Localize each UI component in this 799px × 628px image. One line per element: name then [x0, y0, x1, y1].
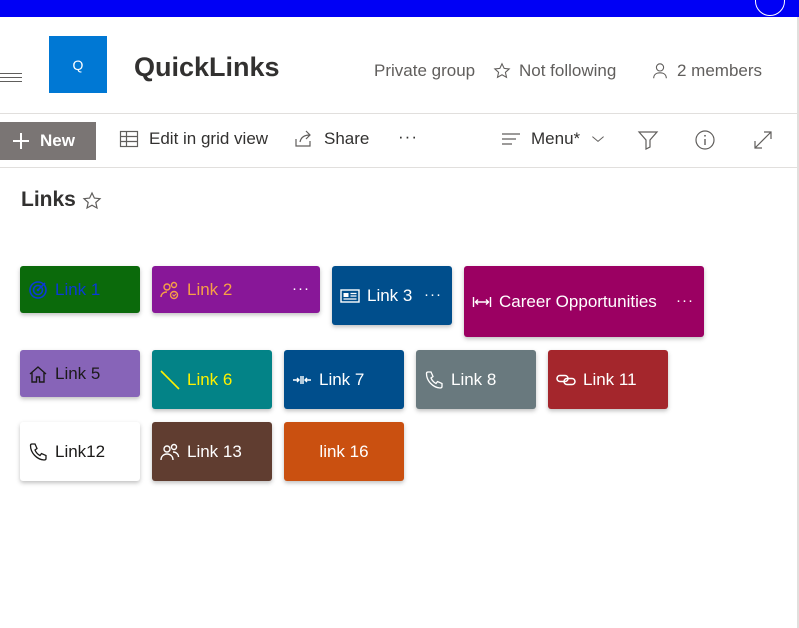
lines-icon: [502, 133, 520, 145]
suite-header-bar: [0, 0, 799, 17]
tile-label: Link 2: [187, 279, 233, 299]
command-bar: New Edit in grid view Share ··· Menu*: [0, 115, 797, 168]
news-icon: [340, 286, 360, 306]
tile-label: Link 11: [583, 369, 637, 389]
tile-link-6[interactable]: Link 6: [152, 350, 272, 409]
site-logo-letter: Q: [72, 56, 84, 73]
list-title: Links: [21, 188, 76, 211]
follow-button[interactable]: Not following: [493, 61, 616, 81]
tile-label: Link 1: [55, 279, 101, 299]
filter-icon[interactable]: [637, 129, 659, 151]
tile-label: link 16: [319, 441, 369, 461]
link-icon: [556, 370, 576, 390]
people-icon: [160, 442, 180, 462]
privacy-text: Private group: [374, 61, 476, 80]
more-options-button[interactable]: ···: [398, 127, 418, 147]
edit-grid-view-button[interactable]: Edit in grid view: [119, 129, 268, 149]
members-button[interactable]: 2 members: [651, 61, 762, 81]
follow-label: Not following: [519, 61, 617, 80]
edit-grid-view-label: Edit in grid view: [149, 129, 269, 148]
plus-icon: [13, 133, 29, 149]
view-menu-button[interactable]: Menu*: [501, 129, 606, 149]
expand-icon[interactable]: [752, 129, 774, 151]
target-icon: [28, 280, 48, 300]
site-header: Q QuickLinks Private group Not following…: [0, 17, 797, 114]
favorite-star-icon[interactable]: [82, 191, 102, 211]
tile-link-13[interactable]: Link 13: [152, 422, 272, 481]
tile-label: Career Opportunities: [499, 291, 657, 311]
tile-more-button[interactable]: ···: [676, 291, 694, 308]
new-button[interactable]: New: [0, 122, 96, 160]
tile-career-opportunities[interactable]: Career Opportunities ···: [464, 266, 704, 337]
tile-link-3[interactable]: Link 3 ···: [332, 266, 452, 325]
phone-icon: [424, 370, 444, 390]
share-icon: [295, 130, 311, 147]
share-label: Share: [324, 129, 370, 148]
share-button[interactable]: Share: [294, 129, 369, 149]
tile-label: Link12: [55, 441, 106, 461]
members-label: 2 members: [677, 61, 763, 80]
tile-label: Link 13: [187, 441, 242, 461]
privacy-label: Private group: [374, 61, 475, 81]
tile-label: Link 6: [187, 369, 233, 389]
tile-label: Link 5: [55, 363, 101, 383]
tile-more-button[interactable]: ···: [424, 285, 442, 302]
hamburger-menu-icon[interactable]: [0, 73, 22, 87]
tile-link-8[interactable]: Link 8: [416, 350, 536, 409]
width-arrows-icon: [472, 292, 492, 312]
tile-label: Link 3: [367, 285, 413, 305]
phone-icon: [28, 442, 48, 462]
tile-link-5[interactable]: Link 5: [20, 350, 140, 397]
person-icon: [653, 63, 667, 79]
site-logo[interactable]: Q: [49, 36, 107, 93]
home-icon: [28, 364, 48, 384]
new-button-label: New: [40, 131, 75, 150]
collapse-arrows-icon: [292, 370, 312, 390]
grid-icon: [119, 130, 139, 148]
tile-more-button[interactable]: ···: [292, 279, 310, 296]
tile-label: Link 7: [319, 369, 365, 389]
tile-label: Link 8: [451, 369, 497, 389]
tile-link-11[interactable]: Link 11: [548, 350, 668, 409]
tile-link-1[interactable]: Link 1: [20, 266, 140, 313]
tile-link12[interactable]: Link12: [20, 422, 140, 481]
site-title[interactable]: QuickLinks: [134, 52, 280, 83]
view-menu-label: Menu*: [531, 129, 581, 148]
account-avatar[interactable]: [755, 0, 785, 16]
chevron-down-icon: [592, 136, 605, 143]
star-icon: [493, 62, 511, 79]
tile-link-16[interactable]: link 16: [284, 422, 404, 481]
tile-link-2[interactable]: Link 2 ···: [152, 266, 320, 313]
info-icon[interactable]: [694, 129, 716, 151]
more-options-label: ···: [398, 127, 418, 146]
line-icon: [160, 369, 180, 390]
tile-link-7[interactable]: Link 7: [284, 350, 404, 409]
people-sync-icon: [160, 280, 180, 300]
